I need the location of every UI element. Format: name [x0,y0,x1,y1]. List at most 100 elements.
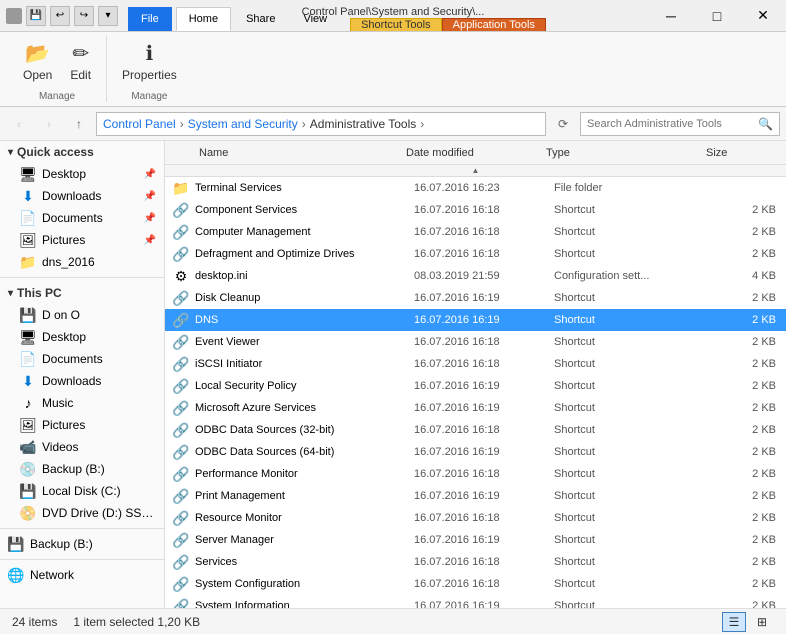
dropdown-btn[interactable]: ▾ [98,6,118,26]
table-row[interactable]: 🔗 Event Viewer 16.07.2016 16:18 Shortcut… [165,331,786,353]
table-row[interactable]: 🔗 Microsoft Azure Services 16.07.2016 16… [165,397,786,419]
table-row[interactable]: 🔗 Computer Management 16.07.2016 16:18 S… [165,221,786,243]
file-icon: 🔗 [173,246,189,262]
table-row[interactable]: 🔗 ODBC Data Sources (32-bit) 16.07.2016 … [165,419,786,441]
file-date: 16.07.2016 16:19 [414,314,554,326]
file-size: 2 KB [714,556,784,568]
sidebar-item-d-on-o[interactable]: 💾 D on O [0,304,164,326]
tab-file[interactable]: File [128,7,172,31]
file-name: Computer Management [195,226,414,238]
tab-home[interactable]: Home [176,7,231,31]
close-button[interactable]: ✕ [740,0,786,32]
details-view-button[interactable]: ☰ [722,612,746,632]
file-icon: 🔗 [173,444,189,460]
breadcrumb[interactable]: Control Panel › System and Security › Ad… [96,112,546,136]
file-list-scroll[interactable]: 📁 Terminal Services 16.07.2016 16:23 Fil… [165,177,786,608]
table-row[interactable]: 🔗 Resource Monitor 16.07.2016 16:18 Shor… [165,507,786,529]
table-row[interactable]: 🔗 Services 16.07.2016 16:18 Shortcut 2 K… [165,551,786,573]
table-row[interactable]: 🔗 Defragment and Optimize Drives 16.07.2… [165,243,786,265]
table-row[interactable]: 🔗 ODBC Data Sources (64-bit) 16.07.2016 … [165,441,786,463]
sidebar-item-music[interactable]: ♪ Music [0,392,164,414]
table-row[interactable]: 🔗 Disk Cleanup 16.07.2016 16:19 Shortcut… [165,287,786,309]
table-row[interactable]: 🔗 iSCSI Initiator 16.07.2016 16:18 Short… [165,353,786,375]
sidebar-this-pc-header[interactable]: ▾ This PC [0,282,164,304]
table-row[interactable]: 🔗 Print Management 16.07.2016 16:19 Shor… [165,485,786,507]
sidebar-item-desktop[interactable]: 🖥 Desktop 📌 [0,163,164,185]
sidebar-item-videos[interactable]: 📹 Videos [0,436,164,458]
file-icon: 🔗 [173,290,189,306]
quick-access-btn[interactable]: 💾 [26,6,46,26]
table-row[interactable]: 🔗 System Configuration 16.07.2016 16:18 … [165,573,786,595]
table-row[interactable]: 🔗 Component Services 16.07.2016 16:18 Sh… [165,199,786,221]
ribbon-btn-edit-label: Edit [70,68,91,82]
table-row[interactable]: 🔗 Local Security Policy 16.07.2016 16:19… [165,375,786,397]
scroll-up-indicator[interactable]: ▲ [165,165,786,177]
redo-btn[interactable]: ↪ [74,6,94,26]
search-input[interactable] [587,118,758,130]
table-row[interactable]: 🔗 Server Manager 16.07.2016 16:19 Shortc… [165,529,786,551]
file-icon: 🔗 [173,510,189,526]
sidebar-item-backup[interactable]: 💾 Backup (B:) [0,533,164,555]
dns2016-icon: 📁 [20,254,36,270]
ribbon-btn-edit[interactable]: ✏ Edit [63,36,98,87]
breadcrumb-item-system-security[interactable]: System and Security [188,117,298,131]
sidebar-item-downloads[interactable]: ⬇ Downloads 📌 [0,185,164,207]
tiles-view-button[interactable]: ⊞ [750,612,774,632]
breadcrumb-item-control-panel[interactable]: Control Panel [103,117,176,131]
desktop-icon: 🖥 [20,166,36,182]
sidebar-item-backup-b[interactable]: 💿 Backup (B:) [0,458,164,480]
ribbon-btn-open[interactable]: 📂 Open [16,36,59,87]
file-icon: 🔗 [173,202,189,218]
file-date: 16.07.2016 16:18 [414,204,554,216]
file-date: 16.07.2016 16:19 [414,490,554,502]
tab-view[interactable]: View [290,7,340,31]
minimize-button[interactable]: ─ [648,0,694,32]
table-row[interactable]: 🔗 DNS 16.07.2016 16:19 Shortcut 2 KB [165,309,786,331]
forward-icon: › [47,117,51,131]
col-header-name[interactable]: Name [193,141,400,164]
tab-share[interactable]: Share [233,7,288,31]
file-type: Shortcut [554,226,714,238]
ribbon-btn-properties-label: Properties [122,68,177,82]
file-date: 08.03.2019 21:59 [414,270,554,282]
table-row[interactable]: 🔗 Performance Monitor 16.07.2016 16:18 S… [165,463,786,485]
file-size: 2 KB [714,578,784,590]
search-bar: 🔍 [580,112,780,136]
nav-refresh-button[interactable]: ⟳ [550,111,576,137]
sidebar-item-dvd-d[interactable]: 📀 DVD Drive (D:) SSS_ [0,502,164,524]
sidebar-item-pictures-pc[interactable]: 🖼 Pictures [0,414,164,436]
file-icon-cell: 🔗 [167,598,195,608]
sidebar-item-local-disk-c[interactable]: 💾 Local Disk (C:) [0,480,164,502]
nav-back-button[interactable]: ‹ [6,111,32,137]
col-header-type[interactable]: Type [540,141,700,164]
sidebar-item-pictures-label: Pictures [42,233,140,247]
sidebar-item-desktop-pc[interactable]: 🖥 Desktop [0,326,164,348]
maximize-button[interactable]: □ [694,0,740,32]
col-header-date[interactable]: Date modified [400,141,540,164]
ribbon-tabs: File Home Share View Shortcut Tools Appl… [124,0,648,31]
details-view-icon: ☰ [729,615,740,629]
nav-forward-button[interactable]: › [36,111,62,137]
sidebar-item-pictures[interactable]: 🖼 Pictures 📌 [0,229,164,251]
table-row[interactable]: ⚙ desktop.ini 08.03.2019 21:59 Configura… [165,265,786,287]
sidebar-item-documents-pc[interactable]: 📄 Documents [0,348,164,370]
sidebar-item-documents[interactable]: 📄 Documents 📌 [0,207,164,229]
sidebar-item-dns2016[interactable]: 📁 dns_2016 [0,251,164,273]
breadcrumb-item-admin-tools[interactable]: Administrative Tools [310,117,417,131]
sidebar-item-downloads-pc[interactable]: ⬇ Downloads [0,370,164,392]
file-icon: 📁 [173,180,189,196]
nav-up-button[interactable]: ↑ [66,111,92,137]
undo-btn[interactable]: ↩ [50,6,70,26]
file-size: 2 KB [714,534,784,546]
file-date: 16.07.2016 16:18 [414,512,554,524]
sidebar-quick-access-label: Quick access [17,145,94,159]
sidebar-item-network-label: Network [30,568,156,582]
ribbon-btn-properties[interactable]: ℹ Properties [115,36,184,87]
sidebar-quick-access-header[interactable]: ▾ Quick access [0,141,164,163]
table-row[interactable]: 🔗 System Information 16.07.2016 16:19 Sh… [165,595,786,608]
pictures-pin-icon: 📌 [144,235,156,246]
table-row[interactable]: 📁 Terminal Services 16.07.2016 16:23 Fil… [165,177,786,199]
properties-icon: ℹ [146,41,154,66]
sidebar-item-network[interactable]: 🌐 Network [0,564,164,586]
col-header-size[interactable]: Size [700,141,770,164]
